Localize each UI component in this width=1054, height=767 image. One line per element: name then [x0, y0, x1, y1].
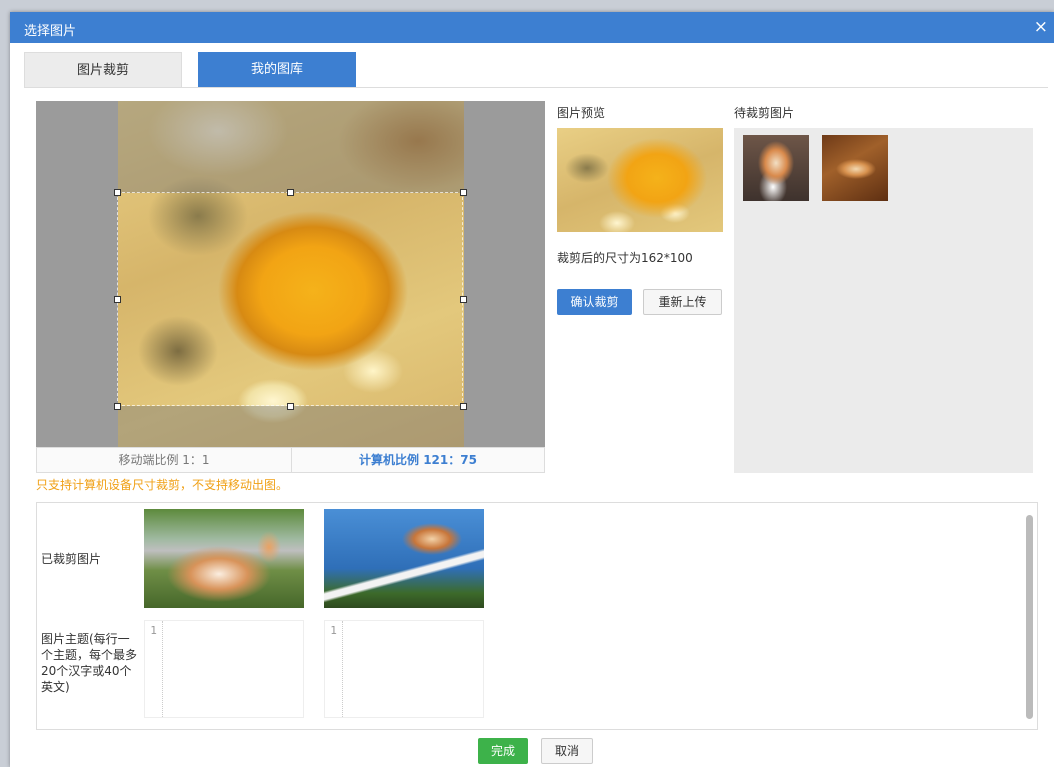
- pending-thumbnail[interactable]: [743, 135, 809, 201]
- cancel-button[interactable]: 取消: [541, 738, 593, 764]
- dialog-title: 选择图片: [24, 24, 77, 39]
- done-button[interactable]: 完成: [478, 738, 528, 764]
- theme-editor: 1: [324, 620, 484, 718]
- line-number: 1: [145, 621, 163, 717]
- ratio-selector: 移动端比例 1：1 计算机比例 121：75: [36, 447, 545, 473]
- tab-image-crop[interactable]: 图片裁剪: [24, 52, 182, 87]
- crop-handle-right[interactable]: [460, 296, 467, 303]
- crop-handle-bottom[interactable]: [287, 403, 294, 410]
- pending-images-panel: [734, 128, 1033, 473]
- cropped-image: [144, 509, 304, 608]
- pending-thumbnail[interactable]: [822, 135, 888, 201]
- cropped-images-label: 已裁剪图片: [41, 552, 102, 566]
- crop-mask-bottom: [118, 406, 464, 447]
- reupload-button[interactable]: 重新上传: [643, 289, 722, 315]
- desktop-ratio-option[interactable]: 计算机比例 121：75: [292, 448, 544, 472]
- crop-mask-top: [118, 101, 464, 193]
- tab-bar: 图片裁剪 我的图库: [24, 52, 1048, 88]
- crop-handle-top-right[interactable]: [460, 189, 467, 196]
- crop-handle-top[interactable]: [287, 189, 294, 196]
- preview-image: [557, 128, 723, 232]
- cropped-size-text: 裁剪后的尺寸为162*100: [557, 251, 693, 265]
- tab-my-gallery[interactable]: 我的图库: [198, 52, 356, 87]
- crop-handle-left[interactable]: [114, 296, 121, 303]
- preview-label: 图片预览: [557, 106, 606, 120]
- close-icon[interactable]: ×: [1034, 17, 1048, 37]
- crop-canvas[interactable]: [36, 101, 545, 447]
- crop-selection-box[interactable]: [117, 192, 463, 406]
- theme-input[interactable]: [165, 621, 303, 717]
- select-image-dialog: 选择图片 × 图片裁剪 我的图库 移动端比例 1：1 计算机比例 121：75 …: [10, 12, 1054, 767]
- cropped-image: [324, 509, 484, 608]
- image-theme-label: 图片主题(每行一个主题，每个最多20个汉字或40个英文): [41, 632, 138, 694]
- confirm-crop-button[interactable]: 确认裁剪: [557, 289, 632, 315]
- cropped-images-panel: 已裁剪图片 图片主题(每行一个主题，每个最多20个汉字或40个英文) 1 1: [36, 502, 1038, 730]
- line-number: 1: [325, 621, 343, 717]
- pending-images-label: 待裁剪图片: [734, 106, 795, 120]
- mobile-ratio-option[interactable]: 移动端比例 1：1: [37, 448, 292, 472]
- crop-handle-bottom-left[interactable]: [114, 403, 121, 410]
- crop-handle-bottom-right[interactable]: [460, 403, 467, 410]
- dialog-titlebar: 选择图片 ×: [10, 12, 1054, 43]
- crop-warning-text: 只支持计算机设备尺寸裁剪，不支持移动出图。: [36, 478, 289, 492]
- theme-editor: 1: [144, 620, 304, 718]
- crop-handle-top-left[interactable]: [114, 189, 121, 196]
- theme-input[interactable]: [345, 621, 483, 717]
- panel-scrollbar[interactable]: [1026, 515, 1033, 719]
